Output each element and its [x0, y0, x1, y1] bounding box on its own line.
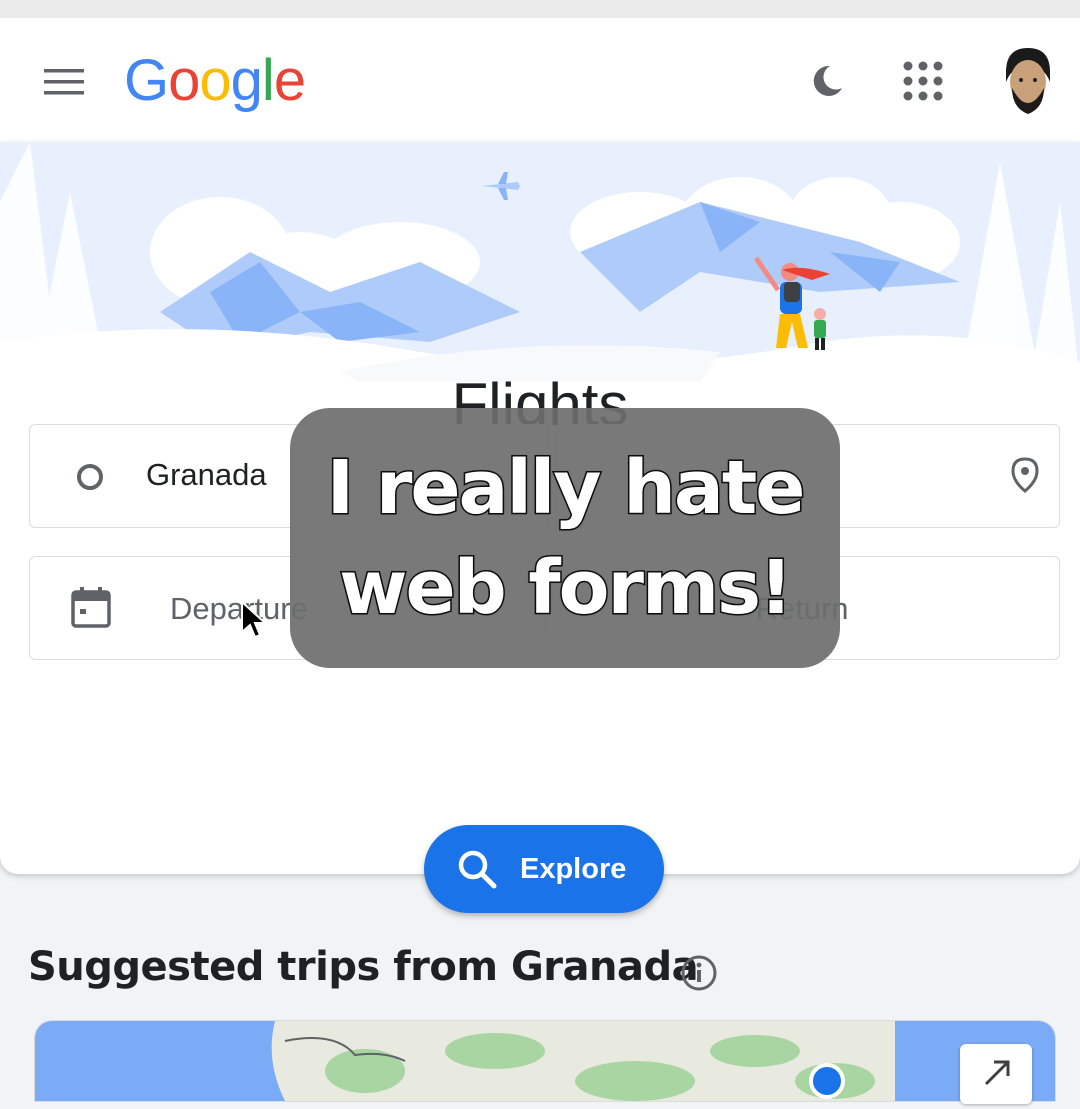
expand-icon [984, 1060, 1010, 1086]
calendar-icon [71, 587, 111, 628]
location-pin-icon [1011, 457, 1039, 493]
caption-line: web forms! [338, 544, 795, 633]
google-logo[interactable]: Google [124, 48, 306, 114]
logo-letter: g [230, 48, 263, 113]
logo-letter: G [124, 48, 169, 113]
apps-grid-icon[interactable] [902, 60, 944, 102]
from-value: Granada [146, 457, 267, 492]
top-strip [0, 0, 1080, 18]
trips-map[interactable] [34, 1020, 1056, 1102]
explore-button[interactable]: Explore [424, 825, 664, 913]
info-icon[interactable] [680, 954, 718, 992]
menu-icon[interactable] [40, 62, 88, 102]
departure-placeholder: Departure [170, 591, 308, 626]
logo-letter: l [261, 48, 275, 113]
logo-letter: o [199, 48, 231, 113]
search-icon [458, 850, 497, 889]
logo-letter: e [273, 48, 306, 113]
explore-label: Explore [520, 852, 627, 885]
video-caption-overlay: I really hate web forms! [290, 408, 840, 668]
origin-circle-icon [77, 464, 103, 490]
caption-line: I really hate [325, 444, 807, 533]
moon-icon[interactable] [804, 58, 850, 104]
app-bar: Google [0, 18, 1080, 143]
logo-letter: o [168, 48, 200, 113]
suggested-trips-title: Suggested trips from Granada [28, 944, 699, 990]
avatar[interactable] [992, 42, 1062, 118]
location-marker-icon [809, 1063, 845, 1099]
mouse-cursor-icon [241, 600, 266, 639]
expand-map-button[interactable] [960, 1044, 1032, 1104]
hero-illustration [0, 142, 1080, 382]
